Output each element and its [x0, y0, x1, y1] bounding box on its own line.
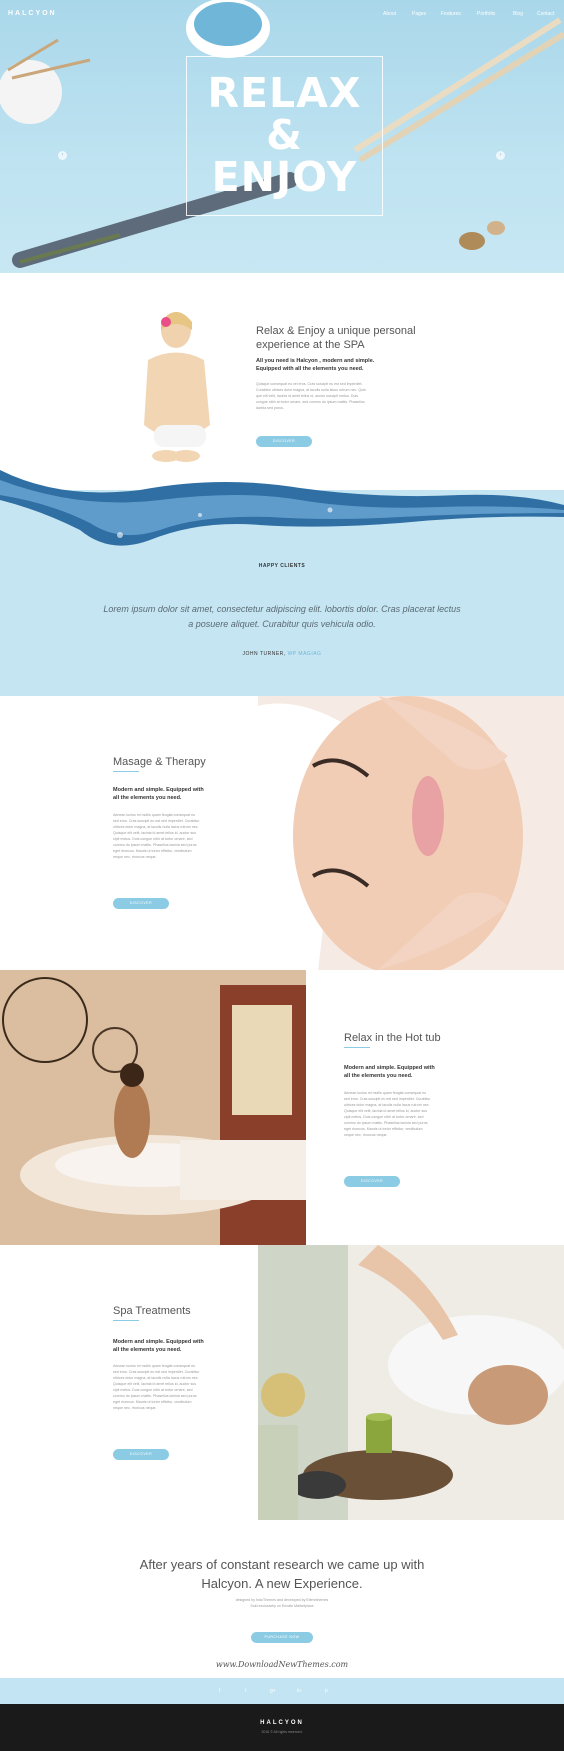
- social-strip: [0, 1678, 564, 1704]
- massage-subheading: Modern and simple. Equipped with all the…: [113, 786, 233, 802]
- footer-logo[interactable]: HALCYON: [0, 1720, 564, 1726]
- hot-tub-paragraph-line: neque nec, rhoncus neque.: [344, 1133, 388, 1137]
- hero-title-line: &: [266, 111, 303, 159]
- author-name: JOHN TURNER,: [242, 651, 286, 657]
- closing-credits: designed by IndoThemes and developed by …: [0, 1597, 564, 1609]
- intro-paragraph: Quisque consequat eu vel eros. Cras susc…: [256, 381, 396, 411]
- massage-paragraph-line: neque nec, rhoncus neque.: [113, 855, 157, 859]
- testimonial-label: HAPPY CLIENTS: [258, 563, 306, 569]
- intro-subheading: All you need is Halcyon , modern and sim…: [256, 357, 456, 373]
- closing-statement: After years of constant research we came…: [0, 1555, 564, 1593]
- seashell-image: [487, 221, 505, 235]
- nav-pages[interactable]: Pages: [412, 11, 426, 17]
- sticks-bundle-image: [353, 17, 562, 153]
- hot-tub-discover-button[interactable]: DISCOVER: [344, 1176, 400, 1187]
- watermark-text: www.DownloadNewThemes.com: [215, 1660, 349, 1669]
- massage-paragraph: Aenean luctus mi mollis quam feugiat con…: [113, 812, 223, 860]
- hero-title-line: ENJOY: [211, 153, 358, 201]
- spa-treatments-subheading-line: all the elements you need.: [113, 1347, 182, 1353]
- hot-tub-subheading-line: Modern and simple. Equipped with: [344, 1065, 435, 1071]
- hot-tub-title: Relax in the Hot tub: [344, 1032, 441, 1044]
- spa-treatments-subheading: Modern and simple. Equipped with all the…: [113, 1338, 233, 1354]
- intro-subheading-line: All you need is Halcyon , modern and sim…: [256, 358, 375, 364]
- intro-heading-line: Relax & Enjoy a unique personal: [256, 325, 416, 337]
- intro-discover-button[interactable]: DISCOVER: [256, 436, 312, 447]
- spa-treatments-subheading-line: Modern and simple. Equipped with: [113, 1339, 204, 1345]
- slider-prev-arrow-icon[interactable]: ‹: [58, 151, 67, 160]
- hot-tub-paragraph: Aenean luctus mi mollis quam feugiat con…: [344, 1090, 454, 1138]
- intro-heading: Relax & Enjoy a unique personal experien…: [256, 324, 456, 352]
- closing-credit-line: Sold exclusively on Envato Marketplace: [250, 1604, 314, 1608]
- twitter-icon[interactable]: t: [245, 1688, 246, 1694]
- woman-portrait-image: [126, 300, 226, 468]
- author-company-link[interactable]: WP MAGIAG: [288, 651, 322, 657]
- seashell-image: [459, 232, 485, 250]
- spa-treatments-title: Spa Treatments: [113, 1305, 191, 1317]
- google-plus-icon[interactable]: g+: [270, 1688, 276, 1694]
- nav-features[interactable]: Features: [441, 11, 461, 17]
- spa-treatments-discover-button[interactable]: DISCOVER: [113, 1449, 169, 1460]
- hero-title: RELAX & ENJOY: [186, 72, 383, 198]
- massage-discover-button[interactable]: DISCOVER: [113, 898, 169, 909]
- hot-tub-image: [0, 970, 306, 1245]
- title-underline: [113, 771, 139, 772]
- purchase-now-button[interactable]: PURCHASE NOW: [251, 1632, 313, 1643]
- closing-statement-line: After years of constant research we came…: [139, 1557, 425, 1572]
- testimonial-quote: Lorem ipsum dolor sit amet, consectetur …: [100, 602, 464, 632]
- pinterest-icon[interactable]: p: [325, 1688, 328, 1694]
- closing-statement-line: Halcyon. A new Experience.: [201, 1576, 363, 1591]
- linkedin-icon[interactable]: in: [297, 1688, 301, 1694]
- title-underline: [344, 1047, 370, 1048]
- hero-section: HALCYON About Pages Features Portfolio B…: [0, 0, 564, 273]
- nav-blog[interactable]: Blog: [513, 11, 523, 17]
- spa-treatments-paragraph-line: neque nec, rhoncus neque.: [113, 1406, 157, 1410]
- intro-heading-line: experience at the SPA: [256, 339, 365, 351]
- nav-about[interactable]: About: [383, 11, 396, 17]
- testimonial-author: JOHN TURNER, WP MAGIAG: [0, 651, 564, 657]
- slider-next-arrow-icon[interactable]: ›: [496, 151, 505, 160]
- hot-tub-subheading-line: all the elements you need.: [344, 1073, 413, 1079]
- intro-paragraph-line: lacinia sed purus.: [256, 406, 284, 410]
- water-splash-image: [0, 470, 564, 546]
- testimonial-quote-line: a posuere aliquet. Curabitur quis vehicu…: [188, 619, 376, 629]
- nav-portfolio[interactable]: Portfolio: [477, 11, 495, 17]
- hero-title-line: RELAX: [207, 69, 362, 117]
- massage-subheading-line: Modern and simple. Equipped with: [113, 787, 204, 793]
- flower-icon: [161, 317, 171, 327]
- site-logo[interactable]: HALCYON: [8, 10, 57, 17]
- hot-tub-subheading: Modern and simple. Equipped with all the…: [344, 1064, 464, 1080]
- massage-face-image: [258, 696, 564, 970]
- intro-subheading-line: Equipped with all the elements you need.: [256, 366, 364, 372]
- title-underline: [113, 1320, 139, 1321]
- testimonial-quote-line: Lorem ipsum dolor sit amet, consectetur …: [103, 604, 461, 614]
- massage-title: Masage & Therapy: [113, 756, 206, 768]
- massage-subheading-line: all the elements you need.: [113, 795, 182, 801]
- nav-contact[interactable]: Contact: [537, 11, 554, 17]
- footer: HALCYON 2016 © All rights reserved.: [0, 1704, 564, 1751]
- spa-treatment-image: [258, 1245, 564, 1520]
- footer-copyright: 2016 © All rights reserved.: [261, 1730, 303, 1734]
- spa-treatments-paragraph: Aenean luctus mi mollis quam feugiat con…: [113, 1363, 223, 1411]
- facebook-icon[interactable]: f: [219, 1688, 220, 1694]
